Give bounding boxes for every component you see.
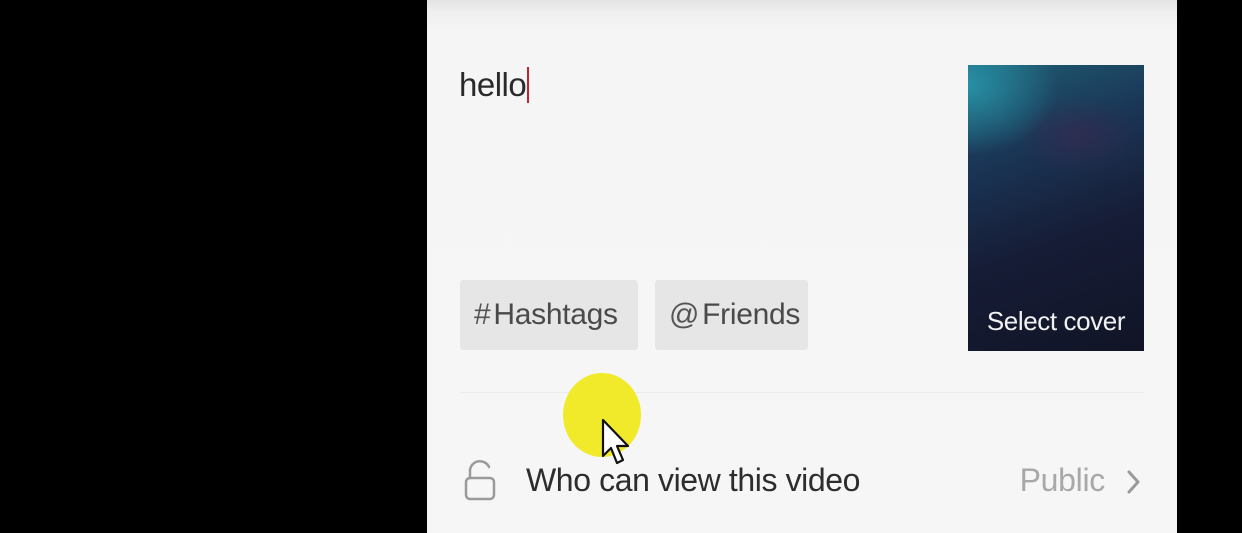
privacy-row[interactable]: Who can view this video Public [427,438,1177,522]
screen: hello # Hashtags @ Friends Select cover … [0,0,1242,533]
privacy-value: Public [1019,462,1106,498]
privacy-label: Who can view this video [526,462,861,498]
mouse-pointer-icon [601,418,630,465]
hashtags-button[interactable]: # Hashtags [460,280,638,350]
select-cover-button[interactable]: Select cover [968,65,1144,351]
caption-text: hello [459,66,527,103]
at-icon: @ [669,298,700,331]
friends-button[interactable]: @ Friends [655,280,808,350]
post-screen: hello # Hashtags @ Friends Select cover … [427,0,1177,533]
divider [459,392,1145,393]
chevron-right-icon [1127,470,1140,494]
friends-label: Friends [702,298,801,331]
select-cover-label: Select cover [986,306,1126,336]
hashtags-label: Hashtags [493,298,618,331]
lock-icon [464,460,496,501]
text-caret [527,67,530,103]
hashtag-icon: # [474,298,491,331]
caption-input[interactable]: hello [459,66,530,104]
